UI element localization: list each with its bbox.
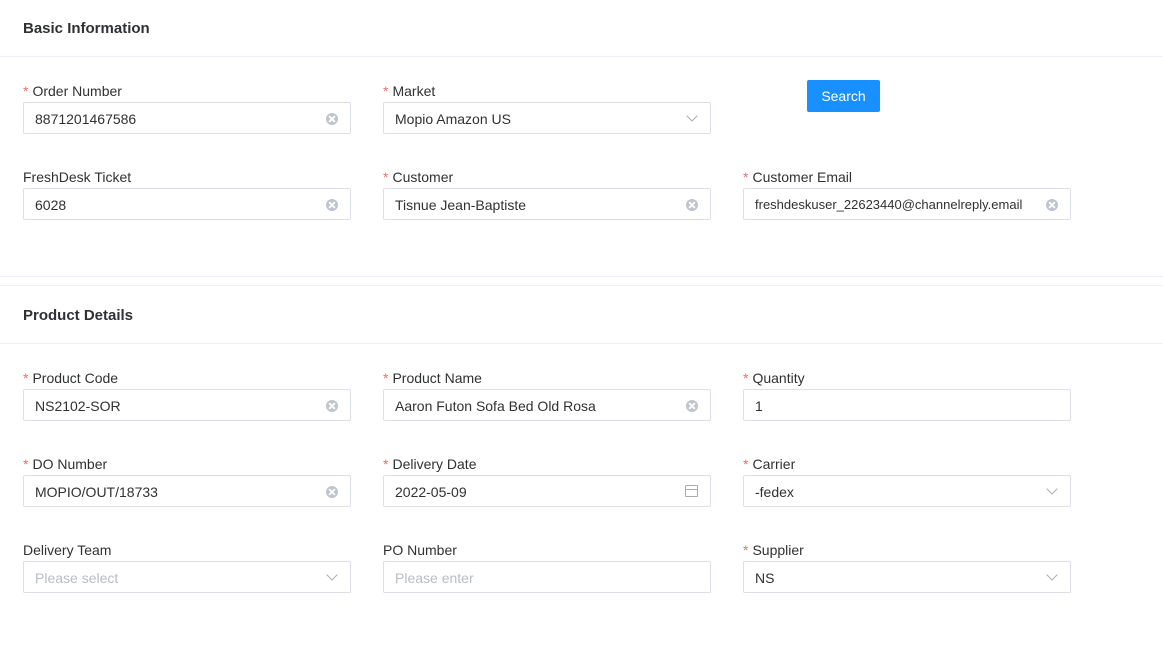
do-number-label: * DO Number bbox=[23, 456, 108, 472]
required-mark: * bbox=[383, 370, 389, 386]
required-mark: * bbox=[23, 456, 29, 472]
required-mark: * bbox=[23, 83, 29, 99]
market-label: * Market bbox=[383, 83, 436, 99]
freshdesk-ticket-value: 6028 bbox=[35, 197, 67, 213]
required-mark: * bbox=[743, 370, 749, 386]
delivery-date-value: 2022-05-09 bbox=[395, 484, 467, 500]
basic-info-header: Basic Information bbox=[0, 0, 1163, 57]
carrier-label: * Carrier bbox=[743, 456, 796, 472]
customer-email-value: freshdeskuser_22623440@channelreply.emai… bbox=[755, 197, 1023, 212]
clear-icon[interactable] bbox=[326, 199, 338, 211]
delivery-team-label: Delivery Team bbox=[23, 542, 112, 558]
customer-email-label: * Customer Email bbox=[743, 169, 853, 185]
calendar-icon[interactable] bbox=[685, 485, 698, 497]
freshdesk-ticket-input[interactable]: 6028 bbox=[23, 188, 351, 220]
supplier-label: * Supplier bbox=[743, 542, 804, 558]
product-name-label: * Product Name bbox=[383, 370, 482, 386]
product-name-value: Aaron Futon Sofa Bed Old Rosa bbox=[395, 398, 596, 414]
customer-label: * Customer bbox=[383, 169, 454, 185]
carrier-select[interactable]: -fedex bbox=[743, 475, 1071, 507]
clear-icon[interactable] bbox=[686, 400, 698, 412]
delivery-date-picker[interactable]: 2022-05-09 bbox=[383, 475, 711, 507]
market-value: Mopio Amazon US bbox=[395, 111, 511, 127]
section-divider bbox=[0, 276, 1163, 277]
required-mark: * bbox=[743, 169, 749, 185]
supplier-value: NS bbox=[755, 570, 775, 586]
product-code-label: * Product Code bbox=[23, 370, 119, 386]
quantity-label: * Quantity bbox=[743, 370, 805, 386]
product-code-value: NS2102-SOR bbox=[35, 398, 121, 414]
quantity-value: 1 bbox=[755, 398, 763, 414]
delivery-team-placeholder: Please select bbox=[35, 570, 119, 586]
required-mark: * bbox=[383, 456, 389, 472]
do-number-input[interactable]: MOPIO/OUT/18733 bbox=[23, 475, 351, 507]
chevron-down-icon bbox=[326, 569, 338, 581]
clear-icon[interactable] bbox=[326, 400, 338, 412]
carrier-value: -fedex bbox=[755, 484, 794, 500]
delivery-team-select[interactable]: Please select bbox=[23, 561, 351, 593]
chevron-down-icon bbox=[1046, 569, 1058, 581]
delivery-date-label: * Delivery Date bbox=[383, 456, 477, 472]
required-mark: * bbox=[383, 83, 389, 99]
customer-email-input[interactable]: freshdeskuser_22623440@channelreply.emai… bbox=[743, 188, 1071, 220]
supplier-select[interactable]: NS bbox=[743, 561, 1071, 593]
required-mark: * bbox=[743, 456, 749, 472]
order-number-label: * Order Number bbox=[23, 83, 122, 99]
basic-info-title: Basic Information bbox=[23, 20, 150, 37]
chevron-down-icon bbox=[1046, 483, 1058, 495]
po-number-input[interactable]: Please enter bbox=[383, 561, 711, 593]
clear-icon[interactable] bbox=[686, 199, 698, 211]
chevron-down-icon bbox=[686, 110, 698, 122]
required-mark: * bbox=[743, 542, 749, 558]
freshdesk-ticket-label: FreshDesk Ticket bbox=[23, 169, 132, 185]
product-code-input[interactable]: NS2102-SOR bbox=[23, 389, 351, 421]
product-details-header: Product Details bbox=[0, 286, 1163, 344]
required-mark: * bbox=[383, 169, 389, 185]
po-number-label: PO Number bbox=[383, 542, 457, 558]
po-number-placeholder: Please enter bbox=[395, 570, 474, 586]
clear-icon[interactable] bbox=[1046, 199, 1058, 211]
clear-icon[interactable] bbox=[326, 486, 338, 498]
required-mark: * bbox=[23, 370, 29, 386]
do-number-value: MOPIO/OUT/18733 bbox=[35, 484, 158, 500]
customer-value: Tisnue Jean-Baptiste bbox=[395, 197, 526, 213]
product-name-input[interactable]: Aaron Futon Sofa Bed Old Rosa bbox=[383, 389, 711, 421]
customer-input[interactable]: Tisnue Jean-Baptiste bbox=[383, 188, 711, 220]
market-select[interactable]: Mopio Amazon US bbox=[383, 102, 711, 134]
search-button[interactable]: Search bbox=[807, 80, 880, 112]
product-details-title: Product Details bbox=[23, 307, 134, 324]
order-number-input[interactable]: 8871201467586 bbox=[23, 102, 351, 134]
quantity-input[interactable]: 1 bbox=[743, 389, 1071, 421]
clear-icon[interactable] bbox=[326, 113, 338, 125]
order-number-value: 8871201467586 bbox=[35, 111, 137, 127]
